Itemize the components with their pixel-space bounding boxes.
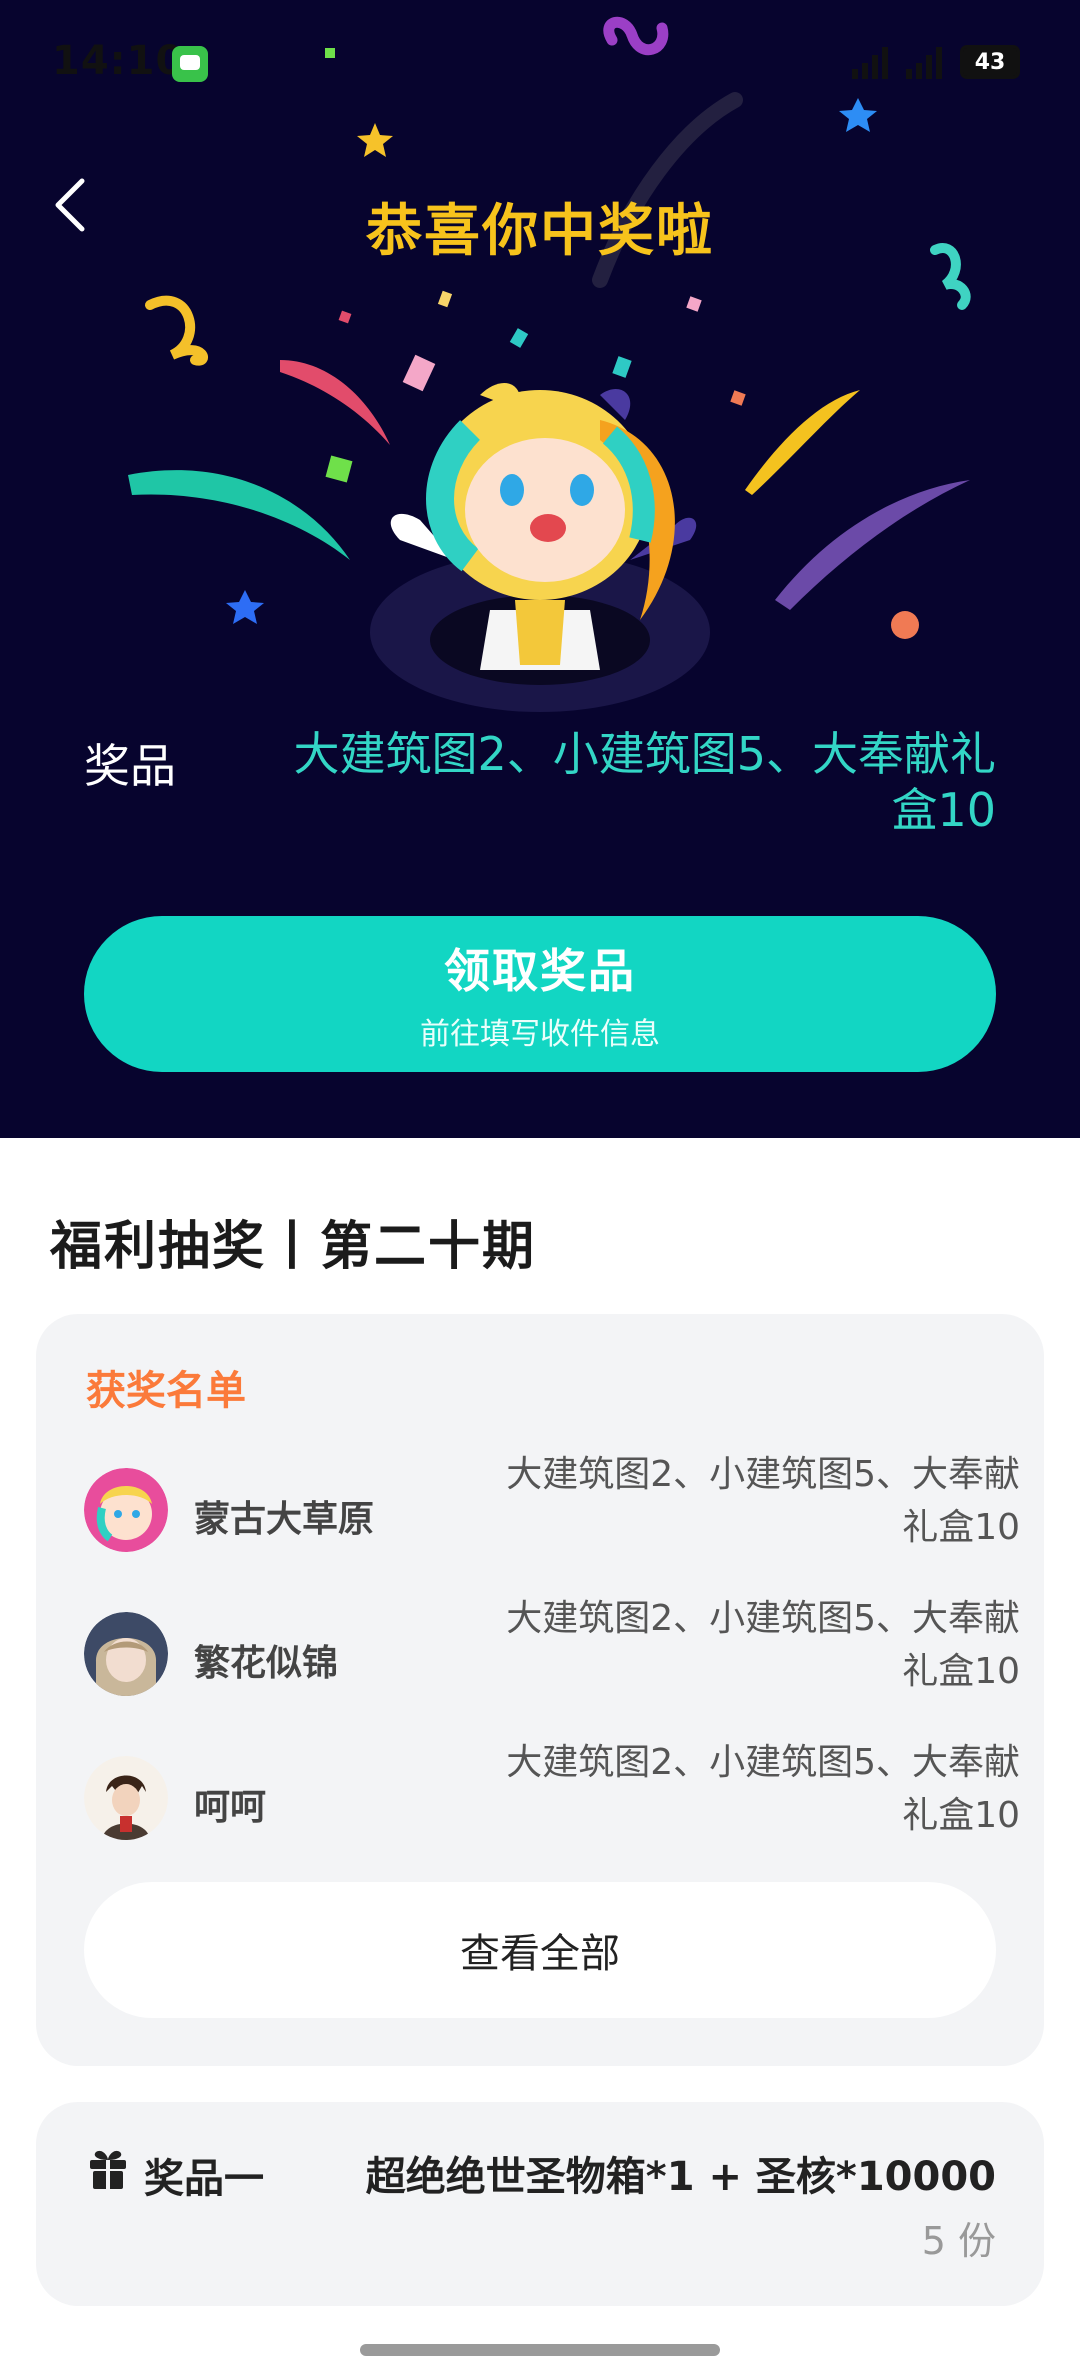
yellow-streamer xyxy=(745,390,860,495)
mascot-illustration xyxy=(370,383,710,712)
square-confetti xyxy=(612,356,632,378)
celebration-hero: 14:10 43 恭喜你中奖啦 奖品 大建筑图2、小建筑图5、大奉献礼盒10 领… xyxy=(0,0,1080,1138)
battery-level: 43 xyxy=(974,49,1006,75)
square-confetti xyxy=(325,455,353,483)
winners-heading: 获奖名单 xyxy=(86,1368,246,1414)
signal-strength-icon xyxy=(906,45,942,79)
winner-row: 呵呵 大建筑图2、小建筑图5、大奉献礼盒10 xyxy=(84,1736,1020,1856)
avatar[interactable] xyxy=(84,1612,168,1696)
winner-row: 蒙古大草原 大建筑图2、小建筑图5、大奉献礼盒10 xyxy=(84,1448,1020,1568)
square-confetti xyxy=(338,310,352,324)
prize-tier-label: 奖品一 xyxy=(144,2156,264,2202)
claim-button-subtitle: 前往填写收件信息 xyxy=(420,1017,660,1052)
message-notification-icon xyxy=(172,46,208,82)
dot-confetti xyxy=(891,611,919,639)
claim-prize-button[interactable]: 领取奖品 前往填写收件信息 xyxy=(84,916,996,1072)
prize-tier-value: 超绝绝世圣物箱*1 + 圣核*10000 xyxy=(365,2154,996,2200)
gift-icon xyxy=(90,2150,126,2189)
violet-streamer xyxy=(775,480,970,610)
square-confetti xyxy=(437,290,453,308)
winner-name: 繁花似锦 xyxy=(194,1643,339,1684)
avatar[interactable] xyxy=(84,1756,168,1840)
prize-tier-card: 奖品一 超绝绝世圣物箱*1 + 圣核*10000 5 份 xyxy=(36,2102,1044,2306)
status-time: 14:10 xyxy=(52,38,185,84)
square-confetti xyxy=(730,390,746,406)
page-title: 恭喜你中奖啦 xyxy=(366,199,714,264)
winner-row: 繁花似锦 大建筑图2、小建筑图5、大奉献礼盒10 xyxy=(84,1592,1020,1712)
winners-card: 获奖名单 蒙古大草原 大建筑图2、小建筑图5、大奉献礼盒10 繁花似锦 大建筑图… xyxy=(36,1314,1044,2066)
avatar[interactable] xyxy=(84,1468,168,1552)
prize-label: 奖品 xyxy=(84,739,176,793)
claim-button-title: 领取奖品 xyxy=(444,944,636,998)
red-streamer xyxy=(280,360,390,445)
signal-strength-icon xyxy=(852,45,888,79)
star-confetti xyxy=(357,123,393,157)
view-all-button[interactable]: 查看全部 xyxy=(84,1882,996,2018)
square-confetti xyxy=(509,328,529,348)
home-indicator[interactable] xyxy=(360,2344,720,2356)
status-bar: 14:10 43 xyxy=(0,0,1080,120)
square-confetti xyxy=(402,354,436,392)
winner-prize: 大建筑图2、小建筑图5、大奉献礼盒10 xyxy=(506,1454,1020,1548)
prize-tier-count: 5 份 xyxy=(921,2219,996,2263)
status-indicators: 43 xyxy=(852,42,1020,82)
yellow-swirl-confetti xyxy=(145,295,209,366)
battery-icon: 43 xyxy=(960,45,1020,79)
winner-prize: 大建筑图2、小建筑图5、大奉献礼盒10 xyxy=(506,1742,1020,1836)
star-confetti xyxy=(226,590,264,624)
square-confetti xyxy=(686,296,702,312)
winner-prize: 大建筑图2、小建筑图5、大奉献礼盒10 xyxy=(506,1598,1020,1692)
green-streamer xyxy=(128,470,350,560)
winner-name: 蒙古大草原 xyxy=(194,1499,375,1540)
lottery-section-title: 福利抽奖丨第二十期 xyxy=(50,1217,537,1277)
prize-value: 大建筑图2、小建筑图5、大奉献礼盒10 xyxy=(293,727,996,837)
winner-name: 呵呵 xyxy=(194,1787,267,1828)
lottery-result-page: 14:10 43 恭喜你中奖啦 奖品 大建筑图2、小建筑图5、大奉献礼盒10 领… xyxy=(0,0,1080,2376)
